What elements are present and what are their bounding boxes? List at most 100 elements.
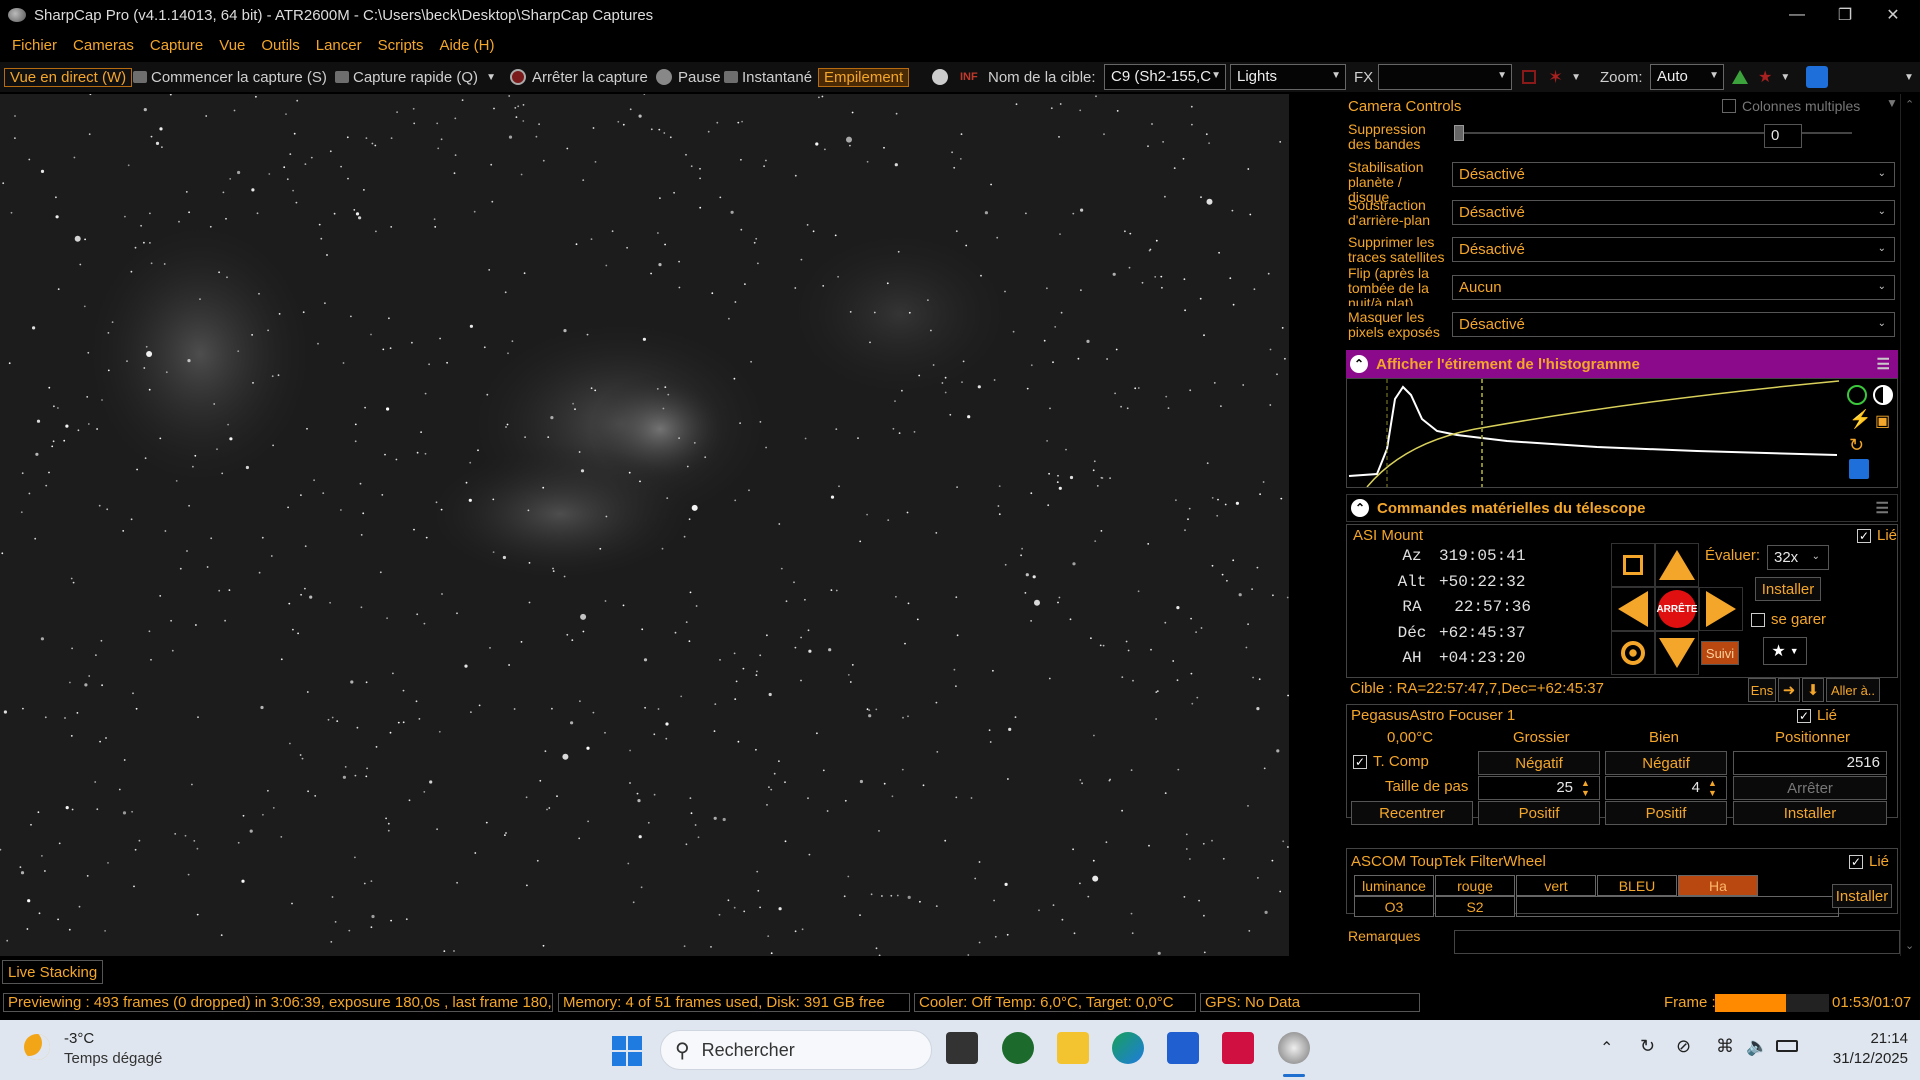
chevron-down-icon[interactable]: ▼ (1571, 72, 1581, 83)
edge-browser-icon[interactable] (1112, 1032, 1144, 1064)
live-image-view[interactable] (0, 94, 1289, 956)
menu-vue[interactable]: Vue (211, 37, 253, 54)
moon-weather-icon[interactable] (24, 1034, 50, 1060)
polar-align-icon[interactable] (1806, 64, 1828, 90)
collapse-icon[interactable]: ⌃ (1351, 499, 1369, 517)
fine-negative-button[interactable]: Négatif (1605, 751, 1727, 775)
collapse-icon[interactable]: ⌃ (1350, 355, 1368, 373)
background-sub-dropdown[interactable]: Désactivé ⌄ (1452, 200, 1895, 225)
save-icon[interactable] (1849, 459, 1869, 479)
scroll-up-icon[interactable]: ⌃ (1905, 98, 1914, 111)
multi-columns-checkbox[interactable] (1722, 99, 1736, 113)
star-dropdown[interactable]: ★ ▼ (1763, 637, 1807, 665)
right-arrow-icon[interactable]: ➜ (1778, 678, 1800, 702)
histogram-view[interactable]: ⚡ ▣ ↻ (1346, 378, 1898, 488)
mount-linked[interactable]: ✓ Lié (1857, 527, 1897, 544)
menu-scripts[interactable]: Scripts (370, 37, 432, 54)
notes-input[interactable] (1454, 930, 1900, 954)
filter-luminance[interactable]: luminance (1354, 875, 1434, 896)
south-arrow-icon[interactable] (1655, 631, 1699, 675)
histogram-icon[interactable] (1732, 64, 1748, 90)
taskbar-search[interactable]: ⚲ Rechercher (660, 1030, 932, 1070)
pause-button[interactable]: Pause (656, 64, 721, 90)
filter-s2[interactable]: S2 (1435, 896, 1515, 917)
astro-app-icon[interactable] (1222, 1032, 1254, 1064)
filterwheel-linked[interactable]: ✓ Lié (1849, 853, 1889, 870)
focuser-install-button[interactable]: Installer (1733, 801, 1887, 825)
tcomp-toggle[interactable]: ✓ T. Comp (1353, 753, 1429, 770)
task-view-icon[interactable] (946, 1032, 978, 1064)
tracking-button[interactable]: Suivi (1701, 641, 1739, 665)
fine-step-spinner-icon[interactable]: ▲ ▼ (1708, 778, 1717, 798)
power-icon[interactable] (1847, 385, 1867, 405)
menu-fichier[interactable]: Fichier (4, 37, 65, 54)
filter-o3[interactable]: O3 (1354, 896, 1434, 917)
focuser-linked[interactable]: ✓ Lié (1797, 707, 1837, 724)
restore-button[interactable]: ❐ (1822, 0, 1868, 30)
target-name-combo[interactable]: C9 (Sh2-155,C ▼ (1104, 64, 1226, 90)
menu-outils[interactable]: Outils (253, 37, 307, 54)
menu-icon[interactable]: ☰ (1877, 355, 1890, 373)
filter-ha[interactable]: Ha (1678, 875, 1758, 896)
wifi-icon[interactable]: ⌘ (1716, 1036, 1734, 1057)
fits-header-icon[interactable]: INF (960, 64, 978, 90)
clock-time[interactable]: 21:14 (1820, 1030, 1908, 1047)
down-arrow-icon[interactable]: ⬇ (1802, 678, 1824, 702)
telescope-header[interactable]: ⌃ Commandes matérielles du télescope ☰ (1346, 494, 1898, 522)
contrast-icon[interactable] (1873, 385, 1893, 405)
set-button[interactable]: Ens (1748, 678, 1776, 702)
filter-rouge[interactable]: rouge (1435, 875, 1515, 896)
menu-lancer[interactable]: Lancer (308, 37, 370, 54)
live-view-button[interactable]: Vue en direct (W) (4, 64, 133, 90)
east-arrow-icon[interactable] (1699, 587, 1743, 631)
stop-capture-button[interactable]: Arrêter la capture (510, 64, 648, 90)
coarse-step-spinner-icon[interactable]: ▲ ▼ (1581, 778, 1590, 798)
stacking-button[interactable]: Empilement (818, 64, 910, 90)
rate-dropdown[interactable]: 32x ⌄ (1767, 545, 1829, 570)
no-network-icon[interactable]: ⊘ (1676, 1036, 1691, 1057)
close-button[interactable]: ✕ (1870, 0, 1916, 30)
battery-icon[interactable] (1776, 1040, 1798, 1052)
tcomp-checkbox[interactable]: ✓ (1353, 754, 1367, 769)
volume-icon[interactable]: 🔈 (1746, 1036, 1768, 1057)
focus-assist-icon[interactable]: ★ ▼ (1758, 64, 1790, 90)
menu-aide[interactable]: Aide (H) (431, 37, 502, 54)
north-arrow-icon[interactable] (1655, 543, 1699, 587)
reset-icon[interactable]: ↻ (1849, 435, 1864, 456)
slew-fast-icon[interactable] (1611, 543, 1655, 587)
brightness-icon[interactable] (932, 64, 948, 90)
focuser-stop-button[interactable]: Arrêter (1733, 776, 1887, 800)
multi-columns-toggle[interactable]: Colonnes multiples (1722, 98, 1860, 114)
file-explorer-icon[interactable] (1057, 1032, 1089, 1064)
snapshot-button[interactable]: Instantané (724, 64, 812, 90)
goto-button[interactable]: Aller à.. (1826, 678, 1880, 702)
focuser-linked-checkbox[interactable]: ✓ (1797, 708, 1811, 723)
minimize-button[interactable]: — (1774, 0, 1820, 30)
stop-mount-button[interactable]: ARRÊTE (1655, 587, 1699, 631)
satellite-dropdown[interactable]: Désactivé ⌄ (1452, 237, 1895, 262)
park-checkbox[interactable] (1751, 612, 1765, 627)
hot-pixels-dropdown[interactable]: Désactivé ⌄ (1452, 312, 1895, 337)
fx-combo[interactable]: ▼ (1378, 64, 1512, 90)
panel-scrollbar[interactable]: ⌃ ⌄ (1900, 94, 1920, 956)
recenter-button[interactable]: Recentrer (1351, 801, 1473, 825)
coarse-positive-button[interactable]: Positif (1478, 801, 1600, 825)
filterwheel-linked-checkbox[interactable]: ✓ (1849, 854, 1863, 869)
lightning-icon[interactable]: ⚡ (1849, 409, 1871, 430)
park-toggle[interactable]: se garer (1751, 611, 1826, 628)
stabilization-dropdown[interactable]: Désactivé ⌄ (1452, 162, 1895, 187)
phd-guiding-icon[interactable] (1002, 1032, 1034, 1064)
menu-capture[interactable]: Capture (142, 37, 211, 54)
mount-linked-checkbox[interactable]: ✓ (1857, 528, 1871, 543)
crosshair-icon[interactable]: ✶ ▼ (1548, 64, 1581, 90)
scroll-down-icon[interactable]: ⌄ (1905, 939, 1914, 952)
windows-start-icon[interactable] (612, 1036, 642, 1066)
clock-date[interactable]: 31/12/2025 (1800, 1050, 1908, 1067)
chevron-down-icon[interactable]: ▼ (486, 72, 496, 83)
mount-install-button[interactable]: Installer (1755, 577, 1821, 601)
banding-value[interactable]: 0 (1764, 124, 1802, 148)
start-capture-button[interactable]: Commencer la capture (S) (133, 64, 327, 90)
quick-capture-button[interactable]: Capture rapide (Q) ▼ (335, 64, 496, 90)
focuser-position-field[interactable]: 2516 (1733, 751, 1887, 775)
target-sun-icon[interactable] (1611, 631, 1655, 675)
